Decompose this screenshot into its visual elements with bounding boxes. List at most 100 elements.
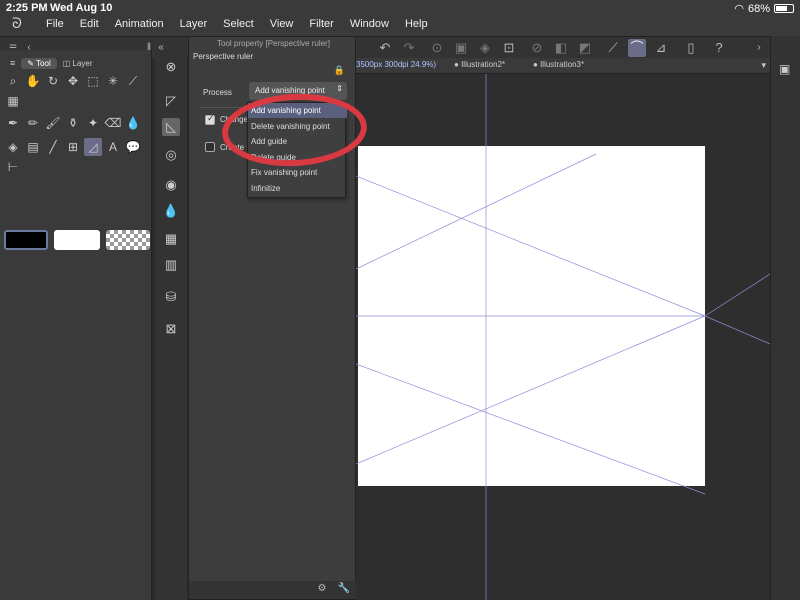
perspective-guides xyxy=(356,74,770,600)
ruler-icon[interactable]: ◿ xyxy=(84,138,102,156)
pen-icon[interactable]: ✒ xyxy=(4,114,22,132)
dropdown-item-fix-vanishing-point[interactable]: Fix vanishing point xyxy=(248,165,347,180)
tool-grid-row3: ◈ ▤ ╱ ⊞ ◿ A 💬 xyxy=(4,138,148,156)
eyedropper-icon[interactable]: ⟋ xyxy=(124,72,142,90)
special-ruler-icon[interactable]: ◎ xyxy=(162,146,180,164)
copy-icon[interactable]: ▣ xyxy=(452,39,470,57)
decoration-icon[interactable]: ✦ xyxy=(84,114,102,132)
clear-icon[interactable]: ⊙ xyxy=(428,39,446,57)
color-set-icon[interactable]: ▦ xyxy=(162,230,180,248)
panel-menu-icon-small[interactable]: ≡ xyxy=(4,57,21,69)
magic-wand-icon[interactable]: ✳ xyxy=(104,72,122,90)
menu-view[interactable]: View xyxy=(270,18,294,30)
menu-help[interactable]: Help xyxy=(405,18,428,30)
snap-special-ruler-icon[interactable]: ⌒ xyxy=(628,39,646,57)
airbrush-icon[interactable]: ⚱ xyxy=(64,114,82,132)
menu-file[interactable]: File xyxy=(46,18,64,30)
tool-grid-row1: ⌕ ✋ ↻ ✥ ⬚ ✳ ⟋ xyxy=(4,72,148,90)
doc-tab-label: Illustration3* xyxy=(540,60,585,69)
settings-icon[interactable]: ⚙ xyxy=(315,583,329,597)
hand-icon[interactable]: ✋ xyxy=(24,72,42,90)
menu-animation[interactable]: Animation xyxy=(115,18,164,30)
battery-icon xyxy=(774,4,794,13)
app-logo-icon[interactable]: ᘐ xyxy=(12,15,28,31)
navigator-icon[interactable]: ◉ xyxy=(162,176,180,194)
smartphone-icon[interactable]: ▯ xyxy=(682,39,700,57)
right-panel-strip: ▣ xyxy=(770,36,800,600)
panel-subtitle: Perspective ruler xyxy=(193,52,254,61)
deselect-icon[interactable]: ⊘ xyxy=(528,39,546,57)
balloon-icon[interactable]: 💬 xyxy=(124,138,142,156)
text-icon[interactable]: A xyxy=(104,138,122,156)
status-right: ◠ 68% xyxy=(734,2,794,15)
color-drops-icon[interactable]: 💧 xyxy=(162,202,180,220)
tabs-dropdown-icon[interactable]: ▾ xyxy=(761,60,766,71)
select-rect-icon[interactable]: ⬚ xyxy=(84,72,102,90)
tool-panel: ≡ ✎ Tool ◫ Layer ⌕ ✋ ↻ ✥ ⬚ ✳ ⟋ ▦ ✒ ✏ 🖌 ⚱… xyxy=(0,50,152,600)
snap-ruler-icon[interactable]: ⟋ xyxy=(604,39,622,57)
doc-tab-active[interactable]: 3500px 300dpi 24.9%) xyxy=(356,60,436,69)
transparent-color-swatch[interactable] xyxy=(106,230,150,250)
blend-icon[interactable]: 💧 xyxy=(124,114,142,132)
wifi-icon: ◠ xyxy=(734,3,744,15)
doc-tab-illustration2[interactable]: ● Illustration2* xyxy=(454,60,505,69)
document-tabs: 3500px 300dpi 24.9%) ● Illustration2* ● … xyxy=(356,58,770,74)
menu-edit[interactable]: Edit xyxy=(80,18,99,30)
sub-color-swatch[interactable] xyxy=(54,230,100,250)
eraser-icon[interactable]: ⌫ xyxy=(104,114,122,132)
settings-circle-icon[interactable]: ⊗ xyxy=(162,58,180,76)
status-time: 2:25 PM xyxy=(6,2,48,14)
redo-icon[interactable]: ↷ xyxy=(400,39,418,57)
perspective-ruler-icon[interactable]: ◺ xyxy=(162,118,180,136)
guide-line xyxy=(356,364,705,486)
film-icon[interactable]: ▥ xyxy=(162,256,180,274)
status-date: Wed Aug 10 xyxy=(50,2,113,14)
change-checkbox[interactable] xyxy=(205,113,215,125)
layer-tab-icon: ◫ xyxy=(62,58,73,68)
panel-title: Tool property [Perspective ruler] xyxy=(217,39,330,48)
layer-panel-icon[interactable]: ▣ xyxy=(779,62,790,76)
sub-tool-strip: ⊗ ◸ ◺ ◎ ◉ 💧 ▦ ▥ ⛁ ⊠ xyxy=(155,50,187,600)
lock-icon[interactable]: 🔒 xyxy=(334,65,345,76)
snap-grid-icon[interactable]: ⊿ xyxy=(652,39,670,57)
line-icon[interactable]: ╱ xyxy=(44,138,62,156)
collapse-right-icon[interactable]: › xyxy=(750,39,768,57)
create-checkbox[interactable] xyxy=(205,142,215,152)
invert-selection-icon[interactable]: ◧ xyxy=(552,39,570,57)
main-color-swatch[interactable] xyxy=(4,230,48,250)
wrench-icon[interactable]: 🔧 xyxy=(337,583,351,597)
rotate-icon[interactable]: ↻ xyxy=(44,72,62,90)
gradient-icon[interactable]: ▤ xyxy=(24,138,42,156)
magnifier-icon[interactable]: ⌕ xyxy=(4,72,22,90)
move-icon[interactable]: ✥ xyxy=(64,72,82,90)
doc-tab-illustration3[interactable]: ● Illustration3* xyxy=(533,60,584,69)
grid-icon[interactable]: ▦ xyxy=(4,92,22,110)
guide-line xyxy=(356,266,705,316)
tab-tool[interactable]: ✎ Tool xyxy=(21,57,57,69)
guide-line xyxy=(356,175,706,317)
correct-line-icon[interactable]: ⊢ xyxy=(4,158,22,176)
fill-icon[interactable]: ◈ xyxy=(4,138,22,156)
fill-bucket-icon[interactable]: ◈ xyxy=(476,39,494,57)
pencil-icon[interactable]: ✏ xyxy=(24,114,42,132)
canvas-area[interactable] xyxy=(356,74,770,600)
menu-bar: 2:25 PM Wed Aug 10 ◠ 68% ᘐ File Edit Ani… xyxy=(0,0,800,36)
ruler-square-icon[interactable]: ◸ xyxy=(162,92,180,110)
material-icon[interactable]: ⛁ xyxy=(162,288,180,306)
menu-select[interactable]: Select xyxy=(223,18,254,30)
guide-line xyxy=(704,315,770,345)
tab-layer[interactable]: ◫ Layer xyxy=(57,58,99,69)
dropdown-item-infinitize[interactable]: Infinitize xyxy=(248,181,347,196)
transform-icon[interactable]: ⊡ xyxy=(500,39,518,57)
layer-properties-icon[interactable]: ⊠ xyxy=(162,320,180,338)
frame-icon[interactable]: ⊞ xyxy=(64,138,82,156)
selection-fill-icon[interactable]: ◩ xyxy=(576,39,594,57)
menu-window[interactable]: Window xyxy=(350,18,389,30)
menu-filter[interactable]: Filter xyxy=(309,18,333,30)
brush-icon[interactable]: 🖌 xyxy=(44,114,62,132)
undo-icon[interactable]: ↶ xyxy=(376,39,394,57)
menu-layer[interactable]: Layer xyxy=(180,18,208,30)
app-window: 2:25 PM Wed Aug 10 ◠ 68% ᘐ File Edit Ani… xyxy=(0,0,800,600)
menu-items: File Edit Animation Layer Select View Fi… xyxy=(46,18,444,30)
help-icon[interactable]: ? xyxy=(710,39,728,57)
